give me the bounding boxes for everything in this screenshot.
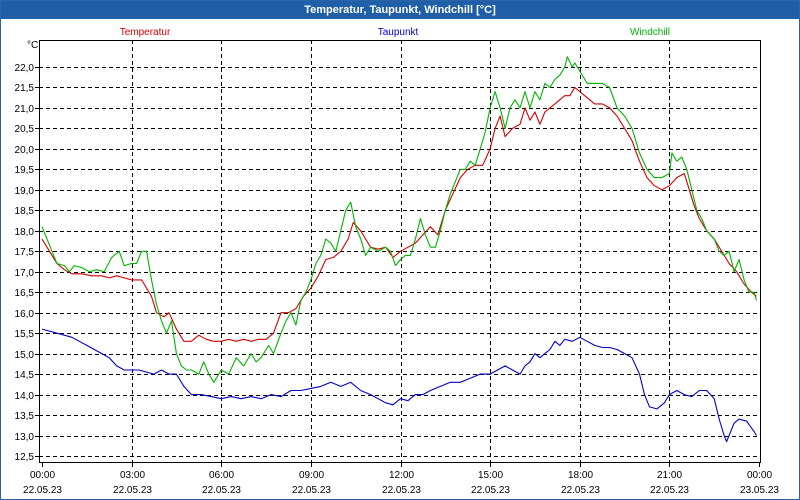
x-tick-date-label: 22.05.23 xyxy=(382,485,421,496)
x-tick-time-label: 00:00 xyxy=(30,470,55,481)
legend-entry: Temperatur xyxy=(120,27,171,38)
y-tick-label: 16,0 xyxy=(15,309,35,320)
x-tick-labels: 00:00 22.05.23 03:00 22.05.23 06:00 22.05.23 0… xyxy=(23,470,779,496)
x-tick-time-label: 12:00 xyxy=(389,470,414,481)
y-tick-label: 13,0 xyxy=(15,432,35,443)
chart-canvas: 12,5 13,0 13,5 14,0 14,5 15,0 15,5 16,0 16,5 17,0… xyxy=(15,27,780,496)
x-tick-time-label: 21:00 xyxy=(657,470,682,481)
x-tick-date-label: 22.05.23 xyxy=(561,485,600,496)
x-tick-time-label: 18:00 xyxy=(568,470,593,481)
y-tick-label: 18,0 xyxy=(15,227,35,238)
x-tick-time-label: 09:00 xyxy=(299,470,324,481)
x-tick-date-label: 22.05.23 xyxy=(202,485,241,496)
y-tick-label: 14,0 xyxy=(15,391,35,402)
y-tick-label: 15,0 xyxy=(15,350,35,361)
x-tick-date-label: 22.05.23 xyxy=(292,485,331,496)
y-tick-label: 17,5 xyxy=(15,247,35,258)
y-tick-label: 14,5 xyxy=(15,370,35,381)
y-tick-label: 20,0 xyxy=(15,145,35,156)
legend-entry: Taupunkt xyxy=(378,27,419,38)
x-tick-date-label: 23.05.23 xyxy=(740,485,779,496)
y-tick-label: 22,0 xyxy=(15,63,35,74)
y-tick-label: 19,5 xyxy=(15,165,35,176)
x-tick-date-label: 22.05.23 xyxy=(471,485,510,496)
y-tick-labels: 12,5 13,0 13,5 14,0 14,5 15,0 15,5 16,0 16,5 17,0… xyxy=(15,63,35,463)
x-tick-date-label: 22.05.23 xyxy=(650,485,689,496)
y-tick-label: 20,5 xyxy=(15,124,35,135)
x-tick-time-label: 15:00 xyxy=(478,470,503,481)
legend: Temperatur Taupunkt Windchill xyxy=(120,27,670,38)
y-tick-label: 21,5 xyxy=(15,83,35,94)
y-tick-label: 17,0 xyxy=(15,268,35,279)
x-tick-time-label: 00:00 xyxy=(747,470,772,481)
y-tick-label: 15,5 xyxy=(15,329,35,340)
x-tick-date-label: 22.05.23 xyxy=(113,485,152,496)
y-tick-label: 19,0 xyxy=(15,186,35,197)
y-tick-label: 13,5 xyxy=(15,411,35,422)
x-tick-time-label: 06:00 xyxy=(209,470,234,481)
x-tick-time-label: 03:00 xyxy=(120,470,145,481)
y-tick-label: 21,0 xyxy=(15,104,35,115)
y-tick-label: 12,5 xyxy=(15,452,35,463)
chart-window: Temperatur, Taupunkt, Windchill [°C] 12,… xyxy=(0,0,800,500)
x-tick-date-label: 22.05.23 xyxy=(23,485,62,496)
y-tick-label: 18,5 xyxy=(15,206,35,217)
y-axis-unit-label: °C xyxy=(27,40,38,51)
legend-entry: Windchill xyxy=(630,27,670,38)
y-tick-label: 16,5 xyxy=(15,288,35,299)
